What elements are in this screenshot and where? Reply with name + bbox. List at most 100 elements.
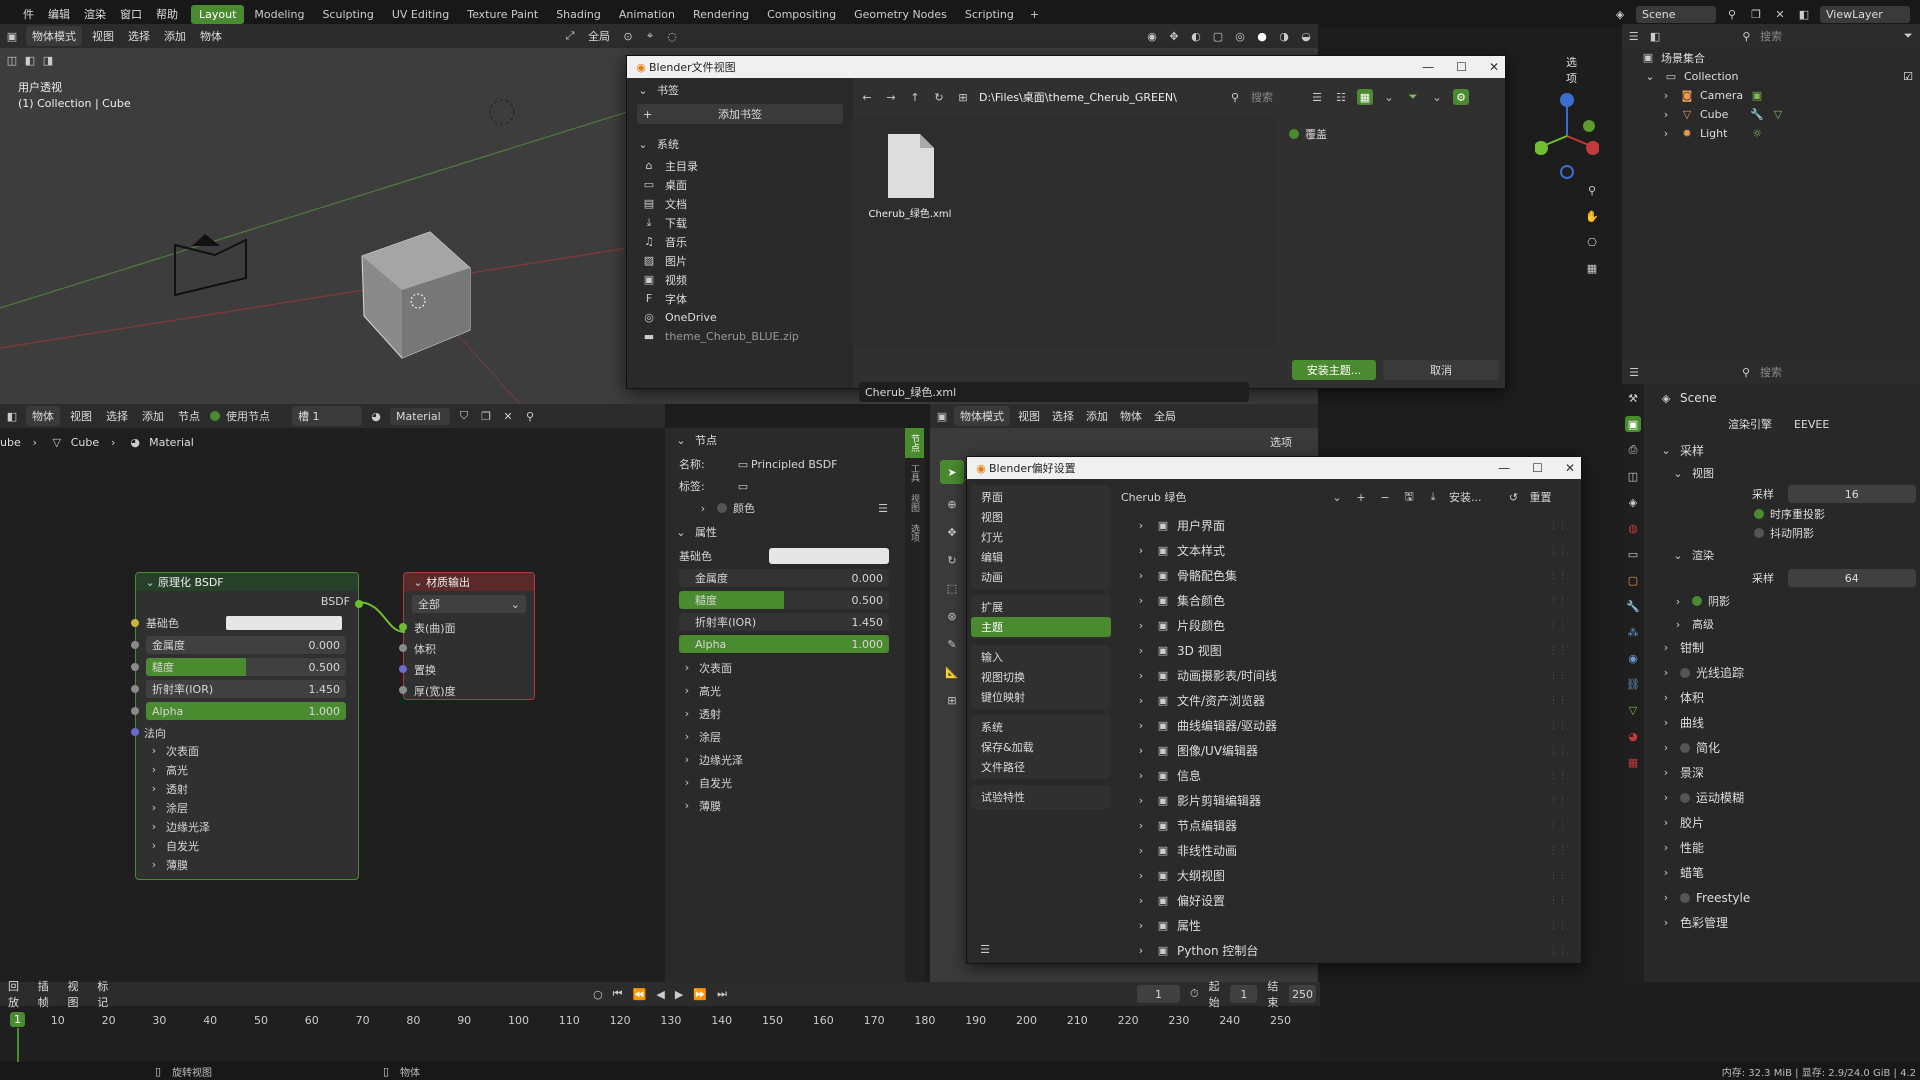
label-icon[interactable]: ▭ [735, 478, 751, 494]
system-location-item[interactable]: ▬ theme_Cherub_BLUE.zip [627, 327, 853, 346]
input-socket[interactable] [399, 665, 407, 673]
workspace-tab[interactable]: Compositing [759, 5, 844, 24]
overwrite-option[interactable]: 覆盖 [1289, 126, 1327, 142]
bsdf-input-row[interactable]: 糙度 0.500 [131, 657, 348, 677]
close-icon[interactable]: ✕ [1565, 461, 1575, 475]
maximize-icon[interactable]: ☐ [1532, 461, 1543, 475]
duplicate-icon[interactable]: ❐ [478, 408, 494, 424]
bsdf-subpanel[interactable]: › 高光 [146, 760, 348, 779]
properties-panel[interactable]: › 光线追踪 [1648, 660, 1916, 685]
proportional-icon[interactable]: ◌ [664, 28, 680, 44]
material-selector[interactable]: Material [390, 407, 450, 425]
pref-nav-item[interactable]: 灯光 [971, 527, 1111, 547]
material-output-node[interactable]: ⌄ 材质输出 全部 ⌄ 表(曲)面 体积 置换 厚(宽)度 [399, 572, 535, 700]
next-key-icon[interactable]: ⏩ [693, 986, 707, 1002]
shading-solid-icon[interactable]: ● [1254, 28, 1270, 44]
workspace-tab[interactable]: Scripting [957, 5, 1022, 24]
texture-tab-icon[interactable]: ▦ [1625, 754, 1641, 770]
properties-panel[interactable]: › 运动模糊 [1648, 785, 1916, 810]
viewport2-options-button[interactable]: 选项 [1270, 434, 1292, 450]
pan-hand-icon[interactable]: ✋ [1584, 208, 1600, 224]
sampling-panel[interactable]: ⌄ 采样 [1648, 438, 1916, 463]
tool-tab-icon[interactable]: ⚒ [1625, 390, 1641, 406]
file-search-input[interactable]: 搜索 [1251, 89, 1301, 105]
properties-panel[interactable]: › 色彩管理 [1648, 910, 1916, 935]
gizmo-icon[interactable]: ✥ [1166, 28, 1182, 44]
add-preset-icon[interactable]: + [1353, 489, 1369, 505]
bsdf-subpanel[interactable]: › 涂层 [146, 798, 348, 817]
install-theme-button[interactable]: 安装主题... [1292, 360, 1376, 380]
menu-view[interactable]: 视图 [1014, 408, 1044, 424]
scale-tool-icon[interactable]: ⬚ [944, 580, 960, 596]
pref-nav-item[interactable]: 文件路径 [971, 757, 1111, 777]
mesh-data-icon[interactable]: ▽ [1770, 107, 1786, 123]
filter-icon[interactable]: ⏷ [1901, 28, 1916, 44]
menu-add[interactable]: 添加 [138, 408, 168, 424]
sidebar-tab[interactable]: 工具 [905, 458, 924, 488]
drag-handle-icon[interactable]: ⋮⋮ [1549, 746, 1567, 756]
measure-tool-icon[interactable]: 📐 [944, 664, 960, 680]
theme-section[interactable]: › ▣ 信息 ⋮⋮ [1127, 763, 1567, 788]
system-location-item[interactable]: ▤ 文档 [627, 194, 853, 213]
blender-logo-icon[interactable] [0, 6, 16, 22]
chevron-right-icon[interactable]: › [695, 500, 711, 516]
render-tab-icon[interactable]: ▣ [1625, 416, 1641, 432]
unlink-icon[interactable]: ✕ [500, 408, 516, 424]
start-frame-field[interactable]: 1 [1230, 985, 1258, 1003]
menu-item[interactable]: 帮助 [149, 6, 185, 22]
ortho-grid-icon[interactable]: ▦ [1584, 260, 1600, 276]
system-section[interactable]: ⌄ 系统 [627, 132, 853, 156]
reset-button[interactable]: 重置 [1530, 489, 1552, 505]
input-socket[interactable] [131, 685, 139, 693]
theme-section[interactable]: › ▣ 3D 视图 ⋮⋮ [1127, 638, 1567, 663]
drag-handle-icon[interactable]: ⋮⋮ [1549, 946, 1567, 956]
system-location-item[interactable]: ▣ 视频 [627, 270, 853, 289]
bsdf-value-field[interactable]: 折射率(IOR) 1.450 [146, 680, 346, 698]
properties-search-input[interactable]: 搜索 [1760, 364, 1782, 380]
node-prop-subpanel[interactable]: › 涂层 [679, 725, 891, 748]
output-input-row[interactable]: 体积 [399, 638, 524, 659]
particles-tab-icon[interactable]: ⁂ [1625, 624, 1641, 640]
output-input-row[interactable]: 置换 [399, 659, 524, 680]
sidebar-tab[interactable]: 选项 [905, 518, 924, 548]
material-tab-icon[interactable]: ◕ [1625, 728, 1641, 744]
hamburger-menu-icon[interactable]: ☰ [977, 941, 993, 957]
chevron-down-icon[interactable]: ⌄ [1429, 89, 1445, 105]
scene-selector[interactable]: Scene [1636, 5, 1716, 23]
display-mode-icon[interactable]: ◧ [1647, 28, 1662, 44]
theme-section[interactable]: › ▣ 节点编辑器 ⋮⋮ [1127, 813, 1567, 838]
bsdf-value-field[interactable]: 金属度 0.000 [146, 636, 346, 654]
menu-view[interactable]: 视图 [88, 28, 118, 44]
drag-handle-icon[interactable]: ⋮⋮ [1549, 721, 1567, 731]
filename-input[interactable]: Cherub_绿色.xml [859, 382, 1249, 402]
workspace-tab[interactable]: Geometry Nodes [846, 5, 955, 24]
xray-icon[interactable]: ▢ [1210, 28, 1226, 44]
node-prop-subpanel[interactable]: › 高光 [679, 679, 891, 702]
node-prop-field[interactable]: 金属度 0.000 [679, 569, 889, 587]
drag-handle-icon[interactable]: ⋮⋮ [1549, 521, 1567, 531]
panel-toggle[interactable] [1680, 892, 1690, 903]
theme-section[interactable]: › ▣ 大纲视图 ⋮⋮ [1127, 863, 1567, 888]
workspace-tab[interactable]: UV Editing [384, 5, 457, 24]
drag-handle-icon[interactable]: ⋮⋮ [1549, 921, 1567, 931]
color-toggle[interactable] [717, 503, 727, 513]
pin-icon[interactable]: ⚲ [1724, 6, 1740, 22]
theme-section[interactable]: › ▣ 影片剪辑编辑器 ⋮⋮ [1127, 788, 1567, 813]
workspace-tab[interactable]: Shading [548, 5, 609, 24]
base-color-swatch[interactable] [226, 616, 342, 630]
navigation-gizmo[interactable] [1535, 86, 1599, 186]
view-layer-tab-icon[interactable]: ◫ [1625, 468, 1641, 484]
pref-nav-item[interactable]: 视图 [971, 507, 1111, 527]
bsdf-input-row[interactable]: Alpha 1.000 [131, 701, 348, 721]
settings-gear-icon[interactable]: ⚙ [1453, 89, 1469, 105]
system-location-item[interactable]: ▨ 图片 [627, 251, 853, 270]
use-nodes-toggle[interactable] [210, 411, 220, 421]
world-tab-icon[interactable]: ◍ [1625, 520, 1641, 536]
shadows-toggle[interactable] [1692, 596, 1702, 606]
modifier-tab-icon[interactable]: 🔧 [1625, 598, 1641, 614]
workspace-tab[interactable]: Sculpting [314, 5, 381, 24]
theme-section[interactable]: › ▣ 集合颜色 ⋮⋮ [1127, 588, 1567, 613]
add-workspace-button[interactable]: + [1022, 5, 1047, 24]
menu-add[interactable]: 添加 [1082, 408, 1112, 424]
bsdf-input-row[interactable]: 金属度 0.000 [131, 635, 348, 655]
